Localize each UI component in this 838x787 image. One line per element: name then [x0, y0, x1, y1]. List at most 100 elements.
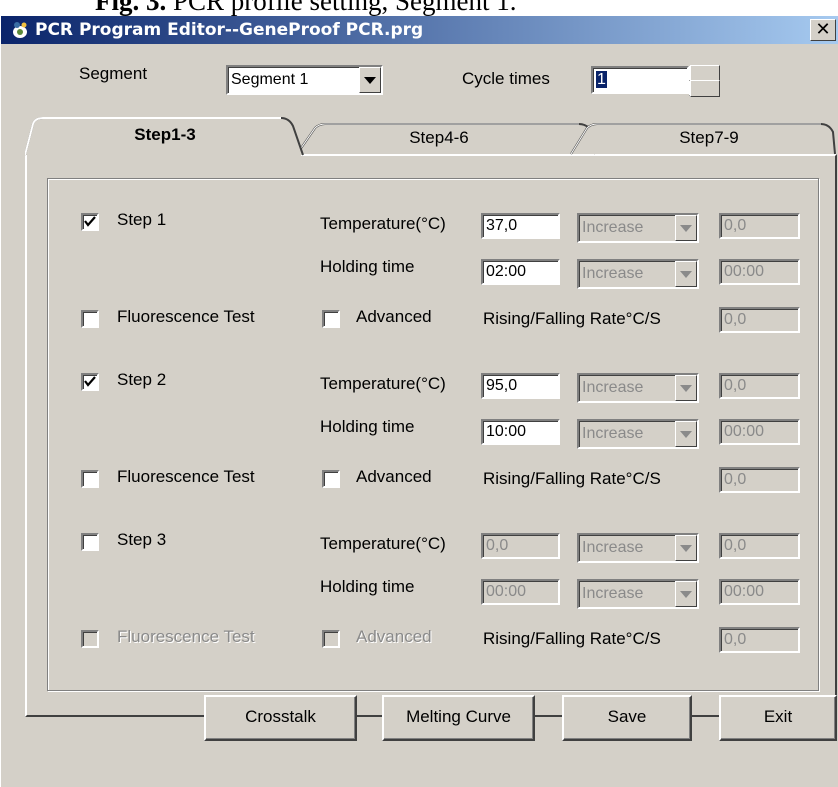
step-1-temperature-input[interactable]: 37,0 [481, 213, 560, 239]
step-2-time-delta-input-value: 00:00 [724, 423, 765, 440]
step-2-holding-time-input[interactable]: 10:00 [481, 419, 560, 445]
advanced-label: Advanced [356, 467, 432, 486]
tab-step1-3-label: Step1-3 [134, 125, 196, 144]
figure-number: Fig. 3. [95, 0, 167, 16]
title-bar[interactable]: PCR Program Editor--GeneProof PCR.prg ✕ [1, 16, 838, 44]
step-1-fluorescence-checkbox[interactable] [81, 310, 99, 328]
crosstalk-button[interactable]: Crosstalk [204, 695, 357, 741]
step-3-holding-time-input-value: 00:00 [486, 583, 527, 600]
step-1-checkbox[interactable] [81, 213, 99, 231]
holding-time-label: Holding time [320, 417, 415, 436]
step-1-time-mode-select[interactable]: Increase [577, 259, 699, 289]
step-2-time-mode-select-button[interactable] [675, 421, 697, 447]
rising-falling-rate-label: Rising/Falling Rate°C/S [483, 469, 661, 488]
step-3-time-mode-select-button[interactable] [675, 581, 697, 607]
segment-label: Segment [79, 64, 148, 83]
step-1-time-mode-select-button[interactable] [675, 261, 697, 287]
step-1-rate-input[interactable]: 0,0 [719, 307, 800, 333]
steps-groupbox [47, 178, 819, 691]
chevron-down-icon [680, 544, 692, 552]
step-2-advanced-checkbox[interactable] [322, 470, 340, 488]
cycle-times-spinner[interactable] [689, 65, 720, 97]
step-2-rate-input[interactable]: 0,0 [719, 467, 800, 493]
holding-time-label: Holding time [320, 577, 415, 596]
cycle-times-selected-text: 1 [596, 71, 607, 88]
step-2-time-delta-input[interactable]: 00:00 [719, 419, 800, 445]
cycle-times-value: 1 [593, 68, 687, 92]
figure-caption: Fig. 3. PCR profile setting, Segment 1. [95, 0, 795, 16]
step-3-time-delta-input-value: 00:00 [724, 583, 765, 600]
step-2-temp-mode-select[interactable]: Increase [577, 373, 699, 403]
temperature-label: Temperature(°C) [320, 374, 446, 393]
chevron-down-icon [680, 590, 692, 598]
close-button[interactable]: ✕ [810, 19, 836, 41]
step-3-temp-delta-input-value: 0,0 [724, 537, 747, 554]
step-2-temp-delta-input[interactable]: 0,0 [719, 373, 800, 399]
step-3-rate-input-value: 0,0 [724, 631, 747, 648]
step-2-label: Step 2 [117, 370, 167, 389]
step-1-time-delta-input-value: 00:00 [724, 263, 765, 280]
fluorescence-test-label: Fluorescence Test [117, 467, 255, 486]
advanced-label: Advanced [356, 307, 432, 326]
pcr-editor-window: PCR Program Editor--GeneProof PCR.prg ✕ … [0, 16, 838, 787]
fluorescence-test-label: Fluorescence Test [117, 307, 255, 326]
step-1-rate-input-value: 0,0 [724, 311, 747, 328]
save-button[interactable]: Save [562, 695, 692, 741]
step-1-temp-mode-select-button[interactable] [675, 215, 697, 241]
arrow-down-icon [690, 80, 720, 97]
figure-caption-text: PCR profile setting, Segment 1. [166, 0, 517, 16]
step-1-temp-delta-input-value: 0,0 [724, 217, 747, 234]
tab-step1-3[interactable]: Step1-3 [55, 117, 275, 155]
segment-select[interactable]: Segment 1 [226, 65, 383, 95]
step-2-temp-delta-input-value: 0,0 [724, 377, 747, 394]
rising-falling-rate-label: Rising/Falling Rate°C/S [483, 309, 661, 328]
step-1-holding-time-input[interactable]: 02:00 [481, 259, 560, 285]
step-2-temperature-input[interactable]: 95,0 [481, 373, 560, 399]
chevron-down-icon [364, 76, 376, 84]
step-3-time-mode-select[interactable]: Increase [577, 579, 699, 609]
tab-step7-9-label: Step7-9 [679, 128, 739, 147]
step-1-temp-mode-select[interactable]: Increase [577, 213, 699, 243]
exit-button[interactable]: Exit [719, 695, 837, 741]
spin-up-button[interactable] [689, 65, 720, 82]
rising-falling-rate-label: Rising/Falling Rate°C/S [483, 629, 661, 648]
melting-curve-button[interactable]: Melting Curve [382, 695, 535, 741]
chevron-down-icon [680, 224, 692, 232]
step-2-temp-mode-select-button[interactable] [675, 375, 697, 401]
step-3-time-delta-input[interactable]: 00:00 [719, 579, 800, 605]
step-1-temp-delta-input[interactable]: 0,0 [719, 213, 800, 239]
chevron-down-icon [680, 430, 692, 438]
tab-step4-6-label: Step4-6 [409, 128, 469, 147]
step-3-rate-input[interactable]: 0,0 [719, 627, 800, 653]
step-3-temp-delta-input[interactable]: 0,0 [719, 533, 800, 559]
spin-down-button[interactable] [689, 80, 720, 97]
chevron-down-icon [680, 270, 692, 278]
step-3-temperature-input[interactable]: 0,0 [481, 533, 560, 559]
step-2-time-mode-select[interactable]: Increase [577, 419, 699, 449]
step-2-fluorescence-checkbox[interactable] [81, 470, 99, 488]
step-3-fluorescence-checkbox[interactable] [81, 630, 99, 648]
temperature-label: Temperature(°C) [320, 214, 446, 233]
step-3-temp-mode-select[interactable]: Increase [577, 533, 699, 563]
step-1-advanced-checkbox[interactable] [322, 310, 340, 328]
cycle-times-label: Cycle times [462, 69, 550, 88]
fluorescence-test-label: Fluorescence Test [117, 627, 255, 646]
temperature-label: Temperature(°C) [320, 534, 446, 553]
step-3-label: Step 3 [117, 530, 167, 549]
step-1-time-delta-input[interactable]: 00:00 [719, 259, 800, 285]
holding-time-label: Holding time [320, 257, 415, 276]
step-3-checkbox[interactable] [81, 533, 99, 551]
cycle-times-input[interactable]: 1 [591, 66, 689, 94]
step-2-rate-input-value: 0,0 [724, 471, 747, 488]
tab-step7-9[interactable]: Step7-9 [599, 120, 819, 158]
step-3-temp-mode-select-button[interactable] [675, 535, 697, 561]
step-3-advanced-checkbox[interactable] [322, 630, 340, 648]
segment-dropdown-button[interactable] [359, 67, 381, 93]
step-1-holding-time-input-value: 02:00 [486, 263, 527, 280]
tab-step4-6[interactable]: Step4-6 [319, 120, 559, 158]
chevron-down-icon [680, 384, 692, 392]
step-3-holding-time-input[interactable]: 00:00 [481, 579, 560, 605]
advanced-label: Advanced [356, 627, 432, 646]
step-1-label: Step 1 [117, 210, 167, 229]
step-2-checkbox[interactable] [81, 373, 99, 391]
